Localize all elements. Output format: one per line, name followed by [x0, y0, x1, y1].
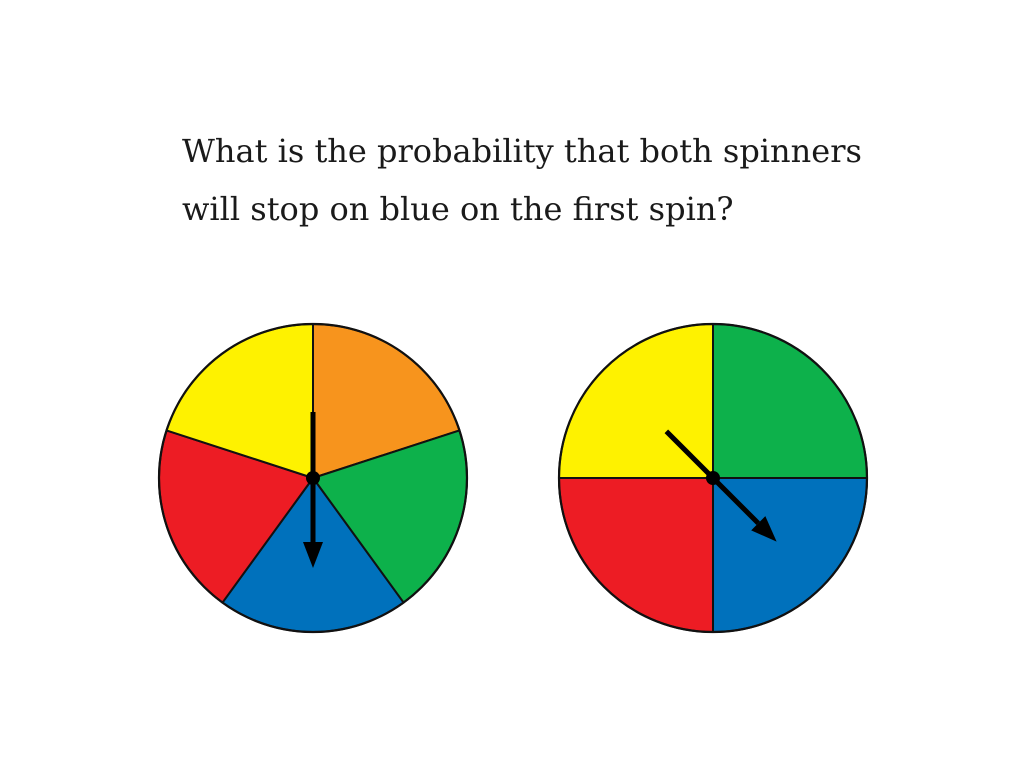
spinner-section-red: [558, 477, 714, 633]
spinner-four-sections: [557, 322, 869, 634]
question-text: What is the probability that both spinne…: [182, 122, 882, 238]
question-line-1: What is the probability that both spinne…: [182, 132, 862, 170]
spinner-section-green: [712, 323, 868, 479]
spinner-five-sections: [157, 322, 469, 634]
spinner-hub: [306, 471, 320, 485]
question-line-2: will stop on blue on the first spin?: [182, 190, 734, 228]
spinner-hub: [706, 471, 720, 485]
